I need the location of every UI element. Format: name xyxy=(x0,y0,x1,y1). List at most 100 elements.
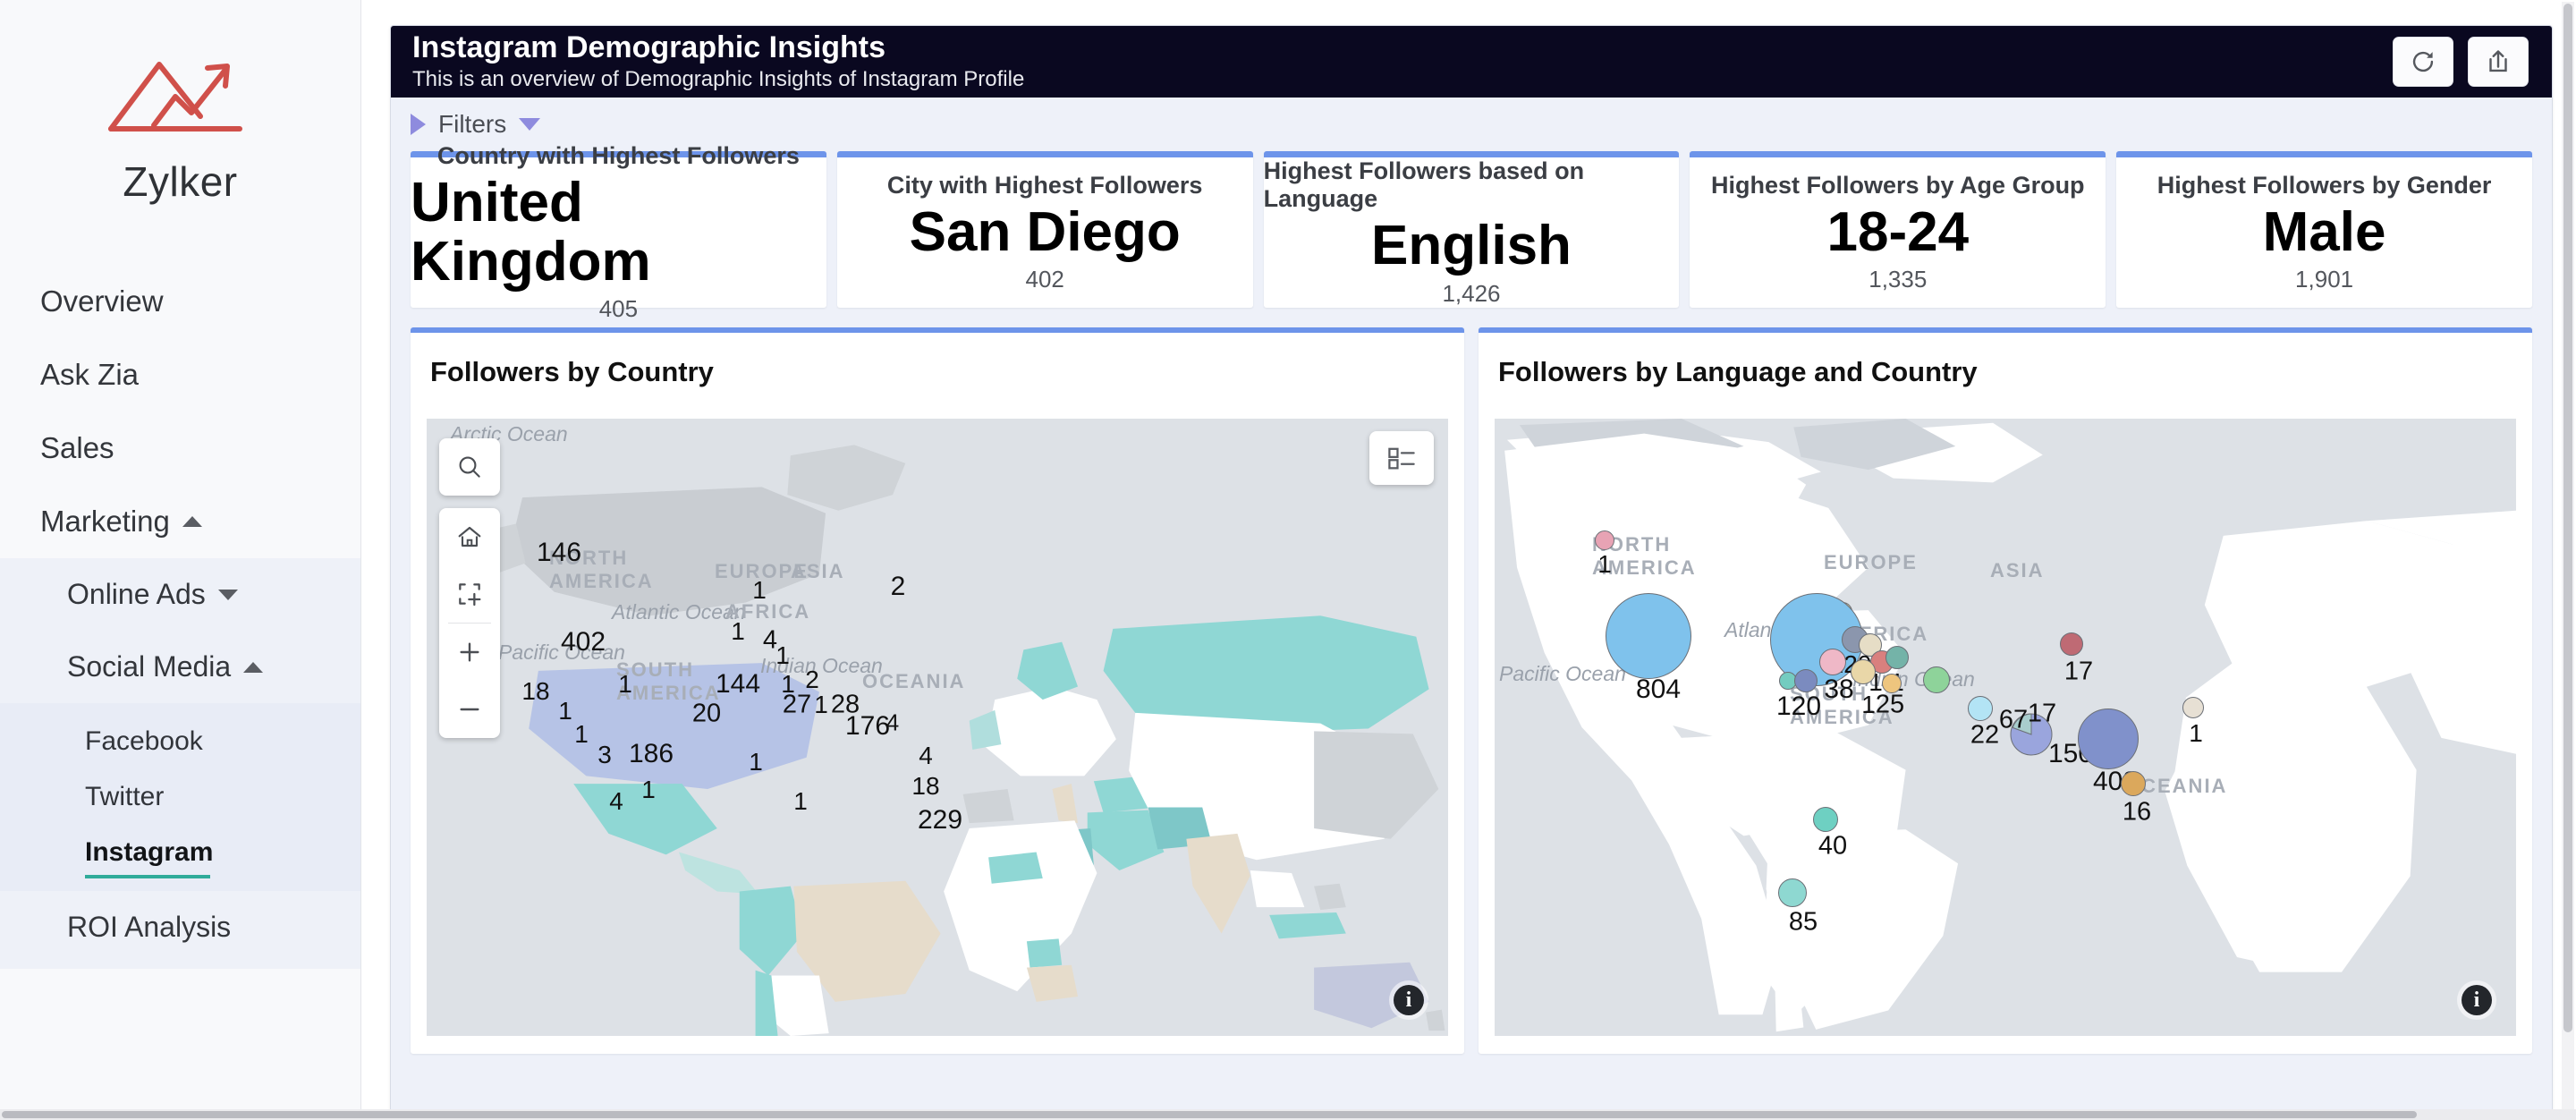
map-select-area-button[interactable] xyxy=(439,565,500,623)
sidebar-item-social-media[interactable]: Social Media xyxy=(0,631,360,703)
sidebar-item-label: Marketing xyxy=(40,505,170,538)
share-button[interactable] xyxy=(2468,37,2529,87)
bubble[interactable] xyxy=(1882,674,1902,693)
sidebar-item-label: Facebook xyxy=(85,726,203,756)
sidebar-item-sales[interactable]: Sales xyxy=(0,412,360,485)
map-data-label: 4 xyxy=(919,742,933,769)
kpi-label: Highest Followers by Age Group xyxy=(1711,171,2085,199)
bubble-label: 120 xyxy=(1775,692,1822,721)
bubble-label: 16 xyxy=(2122,797,2152,827)
kpi-sub: 402 xyxy=(1025,266,1064,293)
info-icon: i xyxy=(1394,985,1424,1015)
chevron-down-icon xyxy=(217,589,238,600)
bubble-label: 67 xyxy=(1998,705,2029,734)
sidebar-item-twitter[interactable]: Twitter xyxy=(0,769,360,825)
map-data-label: 20 xyxy=(691,699,722,728)
map-data-label: 1 xyxy=(574,720,589,748)
map-zoom-controls[interactable] xyxy=(439,508,500,738)
vertical-scrollbar[interactable] xyxy=(2562,2,2574,1118)
chevron-up-icon xyxy=(182,516,202,527)
choropleth-map[interactable]: Arctic Ocean Atlantic Ocean Pacific Ocea… xyxy=(427,419,1448,1036)
minus-icon xyxy=(460,708,479,711)
bubble-label: 17 xyxy=(2027,699,2057,728)
kpi-card-age-group[interactable]: Highest Followers by Age Group 18-24 1,3… xyxy=(1690,151,2106,308)
sidebar: Zylker Overview Ask Zia Sales Marketing … xyxy=(0,0,361,1120)
horizontal-scrollbar[interactable] xyxy=(0,1109,2576,1120)
bubble-label: 40 xyxy=(1818,831,1848,861)
sidebar-group-social-media: Facebook Twitter Instagram xyxy=(0,703,360,891)
bubble-label: 804 xyxy=(1635,675,1682,704)
bubble[interactable] xyxy=(1923,666,1950,693)
filters-label: Filters xyxy=(438,110,507,138)
panel-followers-by-language-and-country: Followers by Language and Country Pacifi… xyxy=(1479,327,2532,1054)
kpi-card-country[interactable]: Country with Highest Followers United Ki… xyxy=(411,142,826,322)
continent-label: ASIA xyxy=(791,560,845,582)
bubblemap-info-button[interactable]: i xyxy=(2457,980,2496,1020)
kpi-value: English xyxy=(1371,215,1572,277)
triangle-down-icon[interactable] xyxy=(519,118,541,131)
kpi-sub: 1,335 xyxy=(1868,266,1928,293)
map-data-label: 1 xyxy=(731,617,745,645)
kpi-value: United Kingdom xyxy=(411,172,651,293)
map-zoom-in-button[interactable] xyxy=(439,624,500,681)
sidebar-item-ask-zia[interactable]: Ask Zia xyxy=(0,338,360,412)
sidebar-item-label: Social Media xyxy=(67,650,232,683)
map-data-label: 18 xyxy=(521,677,550,705)
plus-icon xyxy=(460,642,479,662)
refresh-icon xyxy=(2412,51,2434,72)
map-data-label: 2 xyxy=(890,572,906,601)
map-data-label: 4 xyxy=(886,708,900,736)
triangle-right-icon xyxy=(411,114,426,135)
bubble[interactable] xyxy=(1885,646,1909,669)
sidebar-item-instagram[interactable]: Instagram xyxy=(0,825,360,880)
app-root: Zylker Overview Ask Zia Sales Marketing … xyxy=(0,0,2576,1120)
bubble-map[interactable]: Pacific Ocean Atlantic Ocean Indian Ocea… xyxy=(1495,419,2516,1036)
vertical-scrollbar-thumb[interactable] xyxy=(2563,4,2572,1032)
brand: Zylker xyxy=(0,0,360,206)
chevron-up-icon xyxy=(243,661,264,673)
sidebar-item-label: Sales xyxy=(40,431,114,464)
horizontal-scrollbar-thumb[interactable] xyxy=(2,1111,2417,1118)
bubble-label: 85 xyxy=(1788,907,1818,937)
dashboard-header-text: Instagram Demographic Insights This is a… xyxy=(412,31,1024,92)
bubble[interactable] xyxy=(1606,593,1691,679)
bubble[interactable] xyxy=(1968,696,1993,721)
kpi-card-city[interactable]: City with Highest Followers San Diego 40… xyxy=(836,151,1253,308)
main-content: Instagram Demographic Insights This is a… xyxy=(361,0,2576,1120)
bubble[interactable] xyxy=(2182,697,2204,718)
sidebar-item-label: Instagram xyxy=(85,837,214,867)
bubble[interactable] xyxy=(1778,878,1807,907)
map-zoom-out-button[interactable] xyxy=(439,681,500,738)
map-data-label: 1 xyxy=(775,641,790,669)
bubble[interactable] xyxy=(2121,771,2146,796)
map-search-button[interactable] xyxy=(439,438,500,496)
map-info-button[interactable]: i xyxy=(1389,980,1428,1020)
sidebar-item-label: Twitter xyxy=(85,782,165,811)
sidebar-item-label: Ask Zia xyxy=(40,358,140,391)
bubble[interactable] xyxy=(2078,708,2139,769)
bubble[interactable] xyxy=(2060,632,2083,656)
map-data-label: 186 xyxy=(628,739,674,768)
share-export-icon xyxy=(2489,50,2507,72)
kpi-card-gender[interactable]: Highest Followers by Gender Male 1,901 xyxy=(2116,151,2532,308)
sidebar-item-label: Online Ads xyxy=(67,578,206,610)
sidebar-item-online-ads[interactable]: Online Ads xyxy=(0,558,360,631)
sidebar-item-facebook[interactable]: Facebook xyxy=(0,714,360,769)
bubble[interactable] xyxy=(1851,659,1876,684)
bubble[interactable] xyxy=(1819,649,1846,675)
map-data-label: 1 xyxy=(641,776,656,803)
bubble[interactable] xyxy=(1794,669,1818,692)
sidebar-item-marketing[interactable]: Marketing xyxy=(0,485,360,558)
kpi-card-language[interactable]: Highest Followers based on Language Engl… xyxy=(1263,151,1680,308)
home-icon xyxy=(458,526,481,547)
sidebar-item-overview[interactable]: Overview xyxy=(0,265,360,338)
map-legend-button[interactable] xyxy=(1369,431,1434,485)
panel-row: Followers by Country Arctic Ocean Atlant… xyxy=(391,308,2552,1054)
map-home-button[interactable] xyxy=(439,508,500,565)
bubble[interactable] xyxy=(1813,807,1838,832)
bubble[interactable] xyxy=(1595,530,1614,550)
sidebar-item-roi-analysis[interactable]: ROI Analysis xyxy=(0,891,360,969)
info-icon: i xyxy=(2462,985,2492,1015)
map-search-cell[interactable] xyxy=(439,438,500,496)
refresh-button[interactable] xyxy=(2393,37,2453,87)
